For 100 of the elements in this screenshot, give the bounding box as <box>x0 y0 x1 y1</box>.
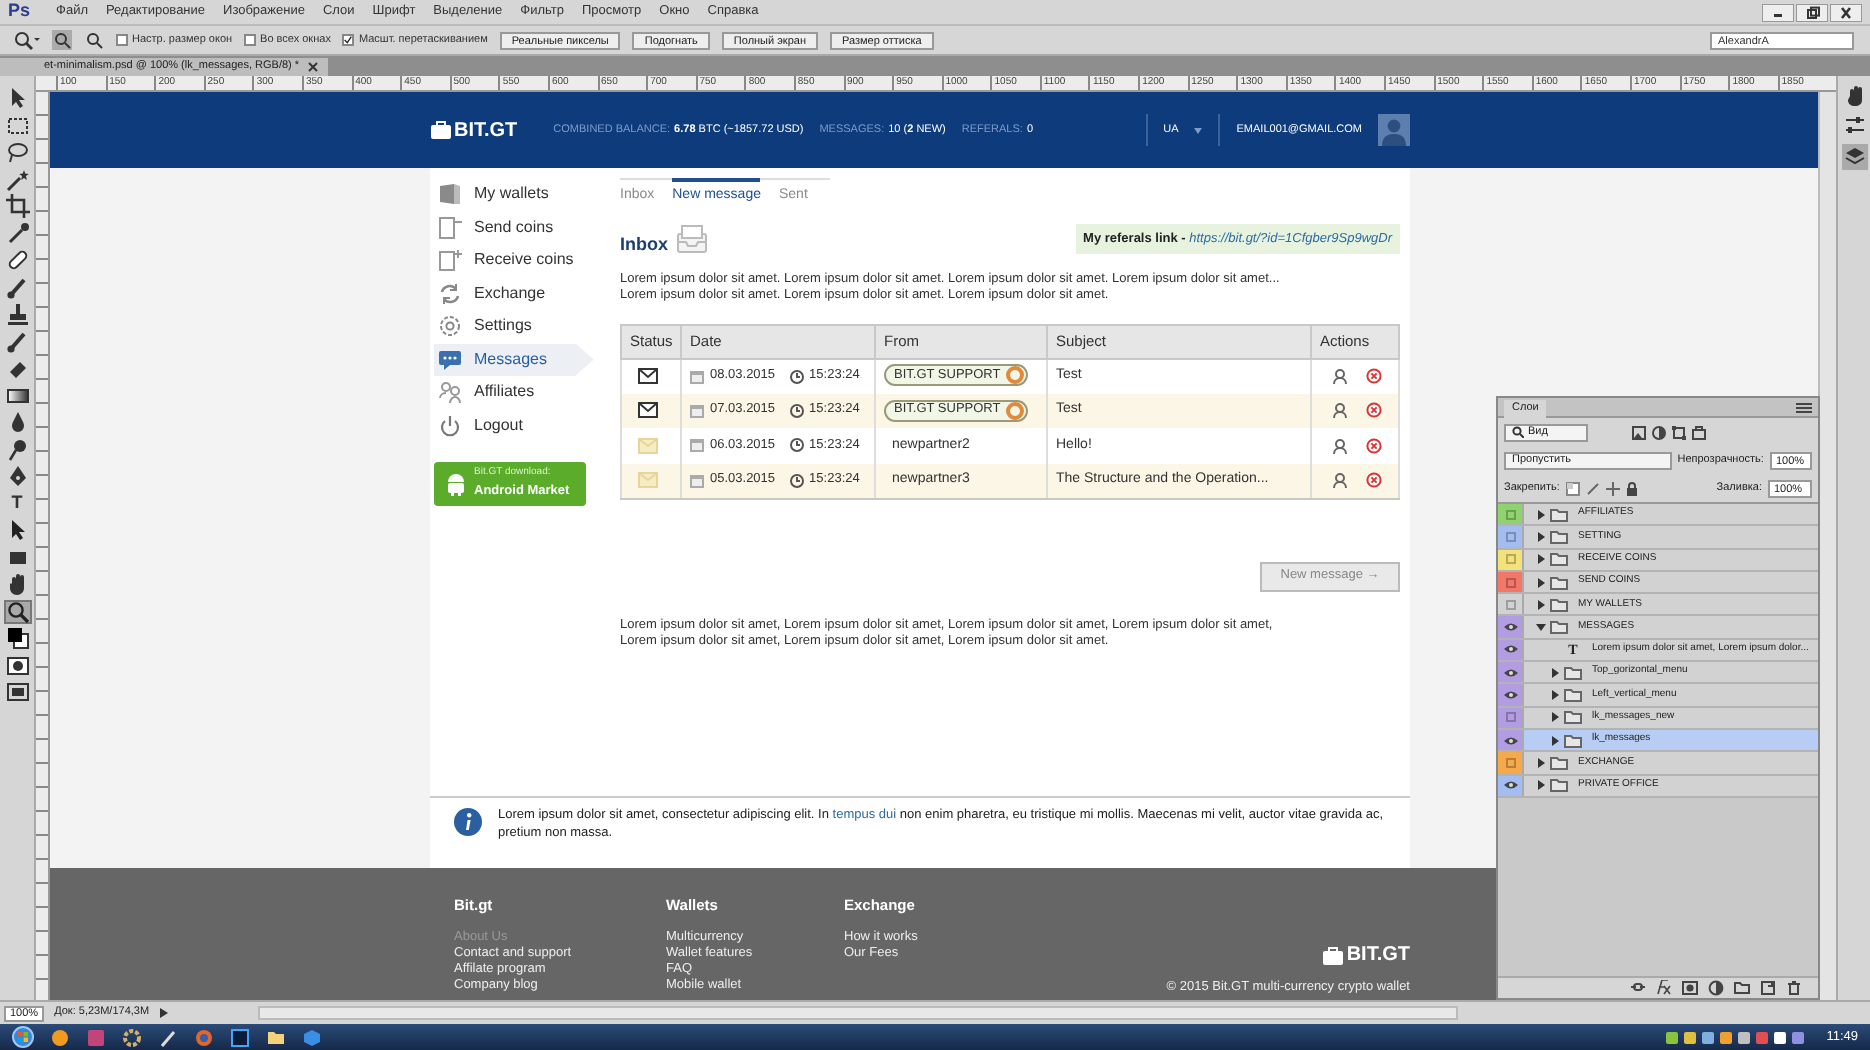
eye-icon[interactable] <box>1503 780 1517 791</box>
collapsed-triangle-icon[interactable] <box>1536 509 1546 520</box>
layer-color-label[interactable] <box>1498 729 1524 751</box>
type-tool[interactable]: T <box>3 491 31 515</box>
folder-icon[interactable] <box>1734 980 1750 996</box>
lock-icon[interactable] <box>1625 481 1638 495</box>
eyedropper-icon[interactable] <box>5 221 29 245</box>
browser-icon[interactable] <box>194 1027 214 1047</box>
site-logo[interactable]: BIT.GT <box>454 115 518 145</box>
pen-nib-icon[interactable] <box>5 464 29 488</box>
collapsed-triangle-icon[interactable] <box>1550 690 1560 701</box>
layer-color-label[interactable] <box>1498 549 1524 570</box>
view-icon[interactable] <box>1332 472 1348 488</box>
bandage-icon[interactable] <box>5 248 29 272</box>
adjustment-filter-icon[interactable] <box>1652 425 1666 439</box>
effects-icon[interactable] <box>1656 980 1672 996</box>
gear-icon[interactable] <box>122 1027 142 1047</box>
trash-icon[interactable] <box>1786 980 1802 996</box>
collapsed-triangle-icon[interactable] <box>1536 554 1546 565</box>
layers-icon[interactable] <box>1841 144 1867 170</box>
play-triangle-icon[interactable] <box>159 1008 168 1018</box>
sliders-icon[interactable] <box>1843 114 1865 136</box>
delete-icon[interactable] <box>1366 368 1382 384</box>
mask-icon[interactable] <box>1682 980 1698 996</box>
eye-icon[interactable] <box>1503 735 1517 746</box>
lock-move-icon[interactable] <box>1605 481 1620 495</box>
stamp-icon[interactable] <box>5 302 29 326</box>
checkbox[interactable] <box>116 34 128 46</box>
lock-brush-icon[interactable] <box>1585 481 1600 495</box>
gradient-icon[interactable] <box>5 383 29 407</box>
eye-icon[interactable] <box>1503 644 1517 655</box>
horizontal-scrollbar[interactable] <box>257 1006 1458 1020</box>
hand-icon[interactable] <box>5 572 29 596</box>
eraser-icon[interactable] <box>5 356 29 380</box>
lasso-icon[interactable] <box>5 140 29 164</box>
zoom-in-icon[interactable] <box>52 30 72 50</box>
sidebar-item[interactable]: Settings <box>434 310 594 343</box>
close-icon[interactable] <box>1830 3 1862 21</box>
sidebar-item[interactable]: Logout <box>434 409 594 442</box>
sidebar-item[interactable]: Send coins <box>434 211 594 244</box>
layer-color-label[interactable] <box>1498 639 1524 661</box>
magnifier-icon[interactable] <box>12 30 40 50</box>
mask-icon[interactable] <box>5 653 29 677</box>
layer-color-label[interactable] <box>1498 616 1524 638</box>
collapsed-triangle-icon[interactable] <box>1536 780 1546 791</box>
delete-icon[interactable] <box>1366 437 1382 454</box>
sidebar-item[interactable]: Affiliates <box>434 376 594 409</box>
sidebar-item[interactable]: Receive coins <box>434 244 594 277</box>
layer-color-label[interactable] <box>1498 775 1524 796</box>
shape-filter-icon[interactable] <box>1672 425 1686 439</box>
eye-icon[interactable] <box>1503 622 1517 633</box>
collapsed-triangle-icon[interactable] <box>1536 757 1546 768</box>
smart-object-filter-icon[interactable] <box>1692 425 1706 439</box>
eye-icon[interactable] <box>1503 690 1517 701</box>
layer-color-label[interactable] <box>1498 752 1524 774</box>
view-icon[interactable] <box>1332 368 1348 384</box>
app-tile-icon[interactable] <box>86 1027 106 1047</box>
brush-icon[interactable] <box>5 275 29 299</box>
zoom-out-icon[interactable] <box>84 30 104 50</box>
collapsed-triangle-icon[interactable] <box>1550 667 1560 678</box>
eye-icon[interactable] <box>1503 667 1517 678</box>
hand-icon[interactable] <box>1843 84 1865 106</box>
collapsed-triangle-icon[interactable] <box>1536 577 1546 588</box>
sidebar-item[interactable]: My wallets <box>434 178 594 211</box>
crop-icon[interactable] <box>5 194 29 218</box>
layer-color-label[interactable] <box>1498 526 1524 548</box>
lock-transparency-icon[interactable] <box>1565 481 1580 495</box>
start-orb-icon[interactable] <box>12 1026 34 1048</box>
dashed-rectangle-icon[interactable] <box>5 113 29 137</box>
image-filter-icon[interactable] <box>1632 425 1646 439</box>
vertical-scrollbar[interactable] <box>1818 92 1836 1000</box>
layer-color-label[interactable] <box>1498 571 1524 593</box>
layer-color-label[interactable] <box>1498 707 1524 728</box>
layer-color-label[interactable] <box>1498 504 1524 525</box>
collapsed-triangle-icon[interactable] <box>1536 599 1546 610</box>
sidebar-item[interactable]: Messages <box>434 343 594 376</box>
view-icon[interactable] <box>1332 437 1348 454</box>
screen-icon[interactable] <box>5 680 29 704</box>
dodge-icon[interactable] <box>5 437 29 461</box>
color-swatch-icon[interactable] <box>5 626 29 650</box>
checkbox[interactable] <box>244 34 257 46</box>
brush-icon[interactable] <box>5 329 29 353</box>
collapsed-triangle-icon[interactable] <box>1536 531 1546 542</box>
delete-icon[interactable] <box>1366 402 1382 419</box>
menu-icon[interactable] <box>1796 401 1812 413</box>
close-icon[interactable] <box>307 62 318 72</box>
view-icon[interactable] <box>1332 402 1348 419</box>
delete-icon[interactable] <box>1366 472 1382 488</box>
expanded-triangle-icon[interactable] <box>1536 622 1546 633</box>
link-icon[interactable] <box>1630 980 1646 996</box>
collapsed-triangle-icon[interactable] <box>1550 735 1560 746</box>
sidebar-item[interactable]: Exchange <box>434 277 594 310</box>
new-layer-icon[interactable] <box>1760 980 1776 996</box>
minimize-icon[interactable] <box>1762 3 1794 21</box>
adjustment-icon[interactable] <box>1708 980 1724 996</box>
collapsed-triangle-icon[interactable] <box>1550 712 1560 723</box>
layer-color-label[interactable] <box>1498 684 1524 706</box>
restore-icon[interactable] <box>1796 3 1828 21</box>
checkbox[interactable] <box>342 34 355 46</box>
wand-icon[interactable] <box>5 167 29 191</box>
